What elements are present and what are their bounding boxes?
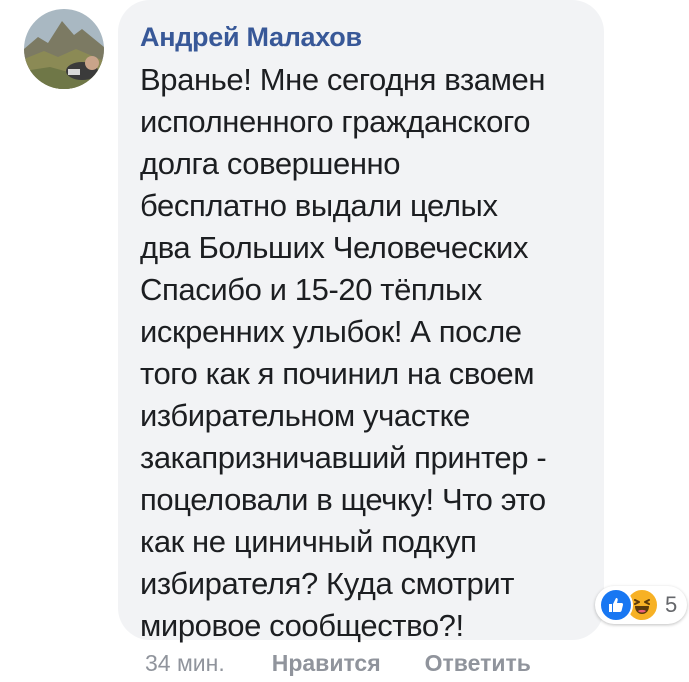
comment-text-line: как не циничный подкуп: [140, 524, 477, 559]
like-button[interactable]: Нравится: [272, 650, 381, 677]
comment-timestamp[interactable]: 34 мин.: [145, 650, 225, 677]
reaction-count: 5: [665, 592, 678, 617]
avatar-image: [24, 9, 104, 89]
comment-text-line: два Больших Человеческих: [140, 230, 529, 265]
comment-text-line: закапризничавший принтер -: [140, 440, 547, 475]
comment-text-line: бесплатно выдали целых: [140, 188, 498, 223]
comment-text-line: искренних улыбок! А после: [140, 314, 522, 349]
like-icon: [599, 588, 633, 622]
comment-text-line: исполненного гражданского: [140, 104, 531, 139]
comment-text-line: избирателя? Куда смотрит: [140, 566, 515, 601]
comment-text-line: избирательном участке: [140, 398, 470, 433]
comment-text-line: мировое сообщество?!: [140, 608, 464, 643]
reply-button[interactable]: Ответить: [425, 650, 531, 677]
comment-text-line: того как я починил на своем: [140, 356, 535, 391]
comment-text-line: Спасибо и 15-20 тёплых: [140, 272, 482, 307]
comment-actions: 34 мин. Нравится Ответить: [145, 650, 531, 677]
comment-text-line: Вранье! Мне сегодня взамен: [140, 62, 546, 97]
comment-text-line: поцеловали в щечку! Что это: [140, 482, 546, 517]
comment-author[interactable]: Андрей Малахов: [140, 22, 362, 53]
avatar[interactable]: [24, 9, 104, 89]
reactions-summary[interactable]: 5: [595, 586, 688, 624]
comment-text: Вранье! Мне сегодня взамен исполненного …: [140, 59, 600, 647]
comment-text-line: долга совершенно: [140, 146, 401, 181]
